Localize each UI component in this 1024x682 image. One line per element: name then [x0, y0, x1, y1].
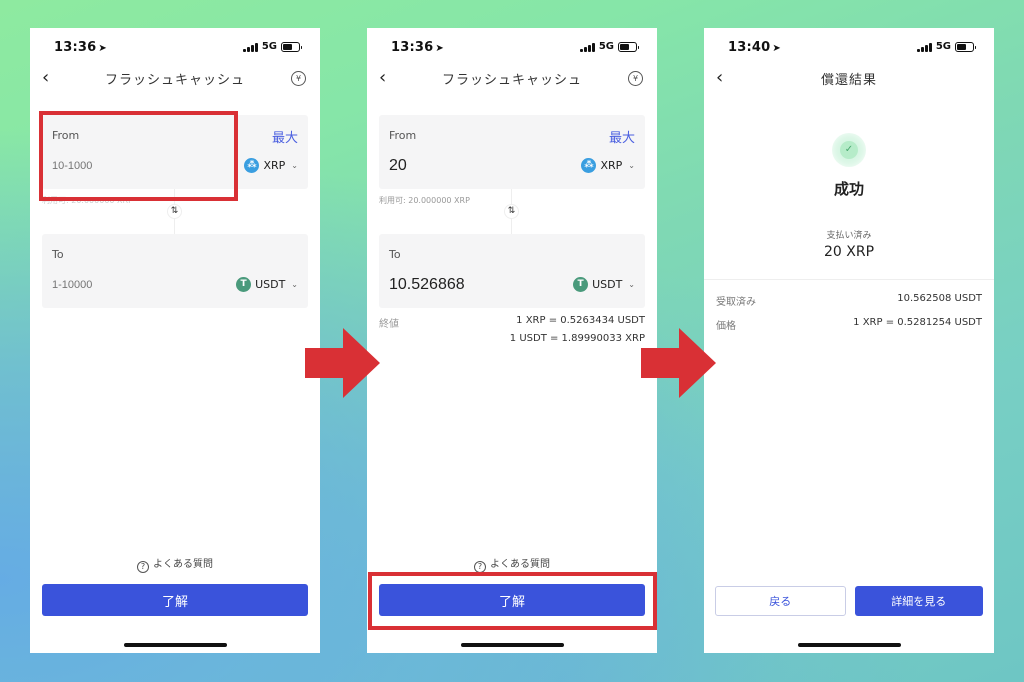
- xrp-icon: ⁂: [581, 158, 597, 173]
- from-coin-select[interactable]: ⁂ XRP ⌄: [581, 158, 635, 173]
- nav-bar: ‹ 償還結果: [704, 66, 994, 92]
- action-buttons: 戻る 詳細を見る: [715, 586, 983, 616]
- available-balance: 利用可: 20.000000 XRP: [42, 196, 133, 205]
- to-coin-select[interactable]: T USDT ⌄: [573, 277, 635, 292]
- battery-icon: [281, 41, 302, 52]
- question-icon: ?: [474, 561, 486, 573]
- network-type: 5G: [598, 41, 614, 52]
- currency-history-icon[interactable]: ¥: [291, 71, 306, 86]
- location-icon: ➤: [435, 43, 444, 54]
- status-time: 13:36 ➤: [54, 40, 107, 55]
- page-title: フラッシュキャッシュ: [104, 73, 245, 88]
- to-amount-input[interactable]: [52, 274, 202, 296]
- phone-screen-result: 13:40 ➤ 5G ‹ 償還結果 ✓ 成功 支払い済み 20 XRP 受取済み …: [704, 28, 994, 653]
- phone-screen-empty-form: 13:36➤ 5G ‹ フラッシュキャッシュ ¥ From 最大 ⁂ XRP ⌄…: [30, 28, 320, 653]
- home-indicator: [798, 643, 901, 647]
- signal-icon: [579, 42, 595, 52]
- usdt-icon: T: [236, 277, 252, 292]
- paid-label: 支払い済み: [826, 231, 872, 241]
- from-coin-select[interactable]: ⁂ XRP ⌄: [244, 158, 298, 173]
- received-row: 受取済み 10.562508 USDT: [716, 293, 982, 308]
- from-label: From: [389, 129, 417, 142]
- success-badge: ✓: [832, 133, 866, 167]
- result-title: 成功: [833, 180, 864, 198]
- signal-icon: [916, 42, 932, 52]
- from-amount-input[interactable]: [52, 155, 202, 177]
- battery-icon: [955, 41, 976, 52]
- chevron-down-icon: ⌄: [291, 161, 298, 170]
- signal-icon: [242, 42, 258, 52]
- battery-icon: [618, 41, 639, 52]
- to-label: To: [52, 248, 64, 261]
- to-amount-input[interactable]: [389, 274, 539, 296]
- status-bar: 13:40 ➤ 5G: [704, 40, 994, 56]
- confirm-button[interactable]: 了解: [379, 584, 645, 616]
- status-time: 13:36 ➤: [391, 40, 444, 55]
- rate-label: 終値: [379, 319, 399, 330]
- received-value: 10.562508 USDT: [897, 293, 982, 304]
- xrp-icon: ⁂: [244, 158, 260, 173]
- price-row: 価格 1 XRP = 0.5281254 USDT: [716, 317, 982, 332]
- status-bar: 13:36 ➤ 5G: [367, 40, 657, 56]
- to-card: To T USDT ⌄: [379, 234, 645, 308]
- view-details-button[interactable]: 詳細を見る: [854, 586, 983, 616]
- faq-link[interactable]: ? よくある質問: [30, 555, 320, 573]
- chevron-down-icon: ⌄: [628, 161, 635, 170]
- page-title: 償還結果: [820, 73, 877, 88]
- from-amount-input[interactable]: [389, 155, 539, 177]
- question-icon: ?: [137, 561, 149, 573]
- nav-bar: ‹ フラッシュキャッシュ ¥: [367, 66, 657, 92]
- received-label: 受取済み: [716, 297, 756, 308]
- to-label: To: [389, 248, 401, 261]
- available-balance: 利用可: 20.000000 XRP: [379, 196, 470, 205]
- chevron-down-icon: ⌄: [628, 280, 635, 289]
- chevron-down-icon: ⌄: [291, 280, 298, 289]
- swap-icon[interactable]: ⇅: [504, 204, 519, 219]
- max-button[interactable]: 最大: [272, 127, 298, 146]
- nav-bar: ‹ フラッシュキャッシュ ¥: [30, 66, 320, 92]
- to-coin-label: USDT: [255, 278, 286, 291]
- rate-xrp-usdt: 1 XRP = 0.5263434 USDT: [516, 315, 645, 326]
- home-indicator: [124, 643, 227, 647]
- location-icon: ➤: [772, 43, 781, 54]
- to-card: To T USDT ⌄: [42, 234, 308, 308]
- max-button[interactable]: 最大: [609, 127, 635, 146]
- location-icon: ➤: [98, 43, 107, 54]
- to-coin-label: USDT: [592, 278, 623, 291]
- network-type: 5G: [935, 41, 951, 52]
- phone-screen-filled-form: 13:36➤ 5G ‹ フラッシュキャッシュ ¥ From 最大 ⁂ XRP ⌄…: [367, 28, 657, 653]
- faq-link[interactable]: ? よくある質問: [367, 555, 657, 573]
- back-action-button[interactable]: 戻る: [715, 586, 846, 616]
- confirm-button[interactable]: 了解: [42, 584, 308, 616]
- from-label: From: [52, 129, 80, 142]
- from-card: From 最大 ⁂ XRP ⌄: [42, 115, 308, 189]
- page-title: フラッシュキャッシュ: [441, 73, 582, 88]
- to-coin-select[interactable]: T USDT ⌄: [236, 277, 298, 292]
- from-card: From 最大 ⁂ XRP ⌄: [379, 115, 645, 189]
- price-label: 価格: [716, 321, 736, 332]
- from-coin-label: XRP: [263, 159, 286, 172]
- status-time: 13:40 ➤: [728, 40, 781, 55]
- status-bar: 13:36 ➤ 5G: [30, 40, 320, 56]
- home-indicator: [461, 643, 564, 647]
- check-icon: ✓: [840, 141, 858, 159]
- right-arrow-icon: [641, 328, 716, 398]
- rate-usdt-xrp: 1 USDT = 1.89990033 XRP: [509, 333, 645, 344]
- usdt-icon: T: [573, 277, 589, 292]
- currency-history-icon[interactable]: ¥: [628, 71, 643, 86]
- divider: [704, 279, 994, 280]
- paid-value: 20 XRP: [823, 244, 875, 260]
- from-coin-label: XRP: [600, 159, 623, 172]
- network-type: 5G: [261, 41, 277, 52]
- price-value: 1 XRP = 0.5281254 USDT: [853, 317, 982, 328]
- right-arrow-icon: [305, 328, 380, 398]
- swap-icon[interactable]: ⇅: [167, 204, 182, 219]
